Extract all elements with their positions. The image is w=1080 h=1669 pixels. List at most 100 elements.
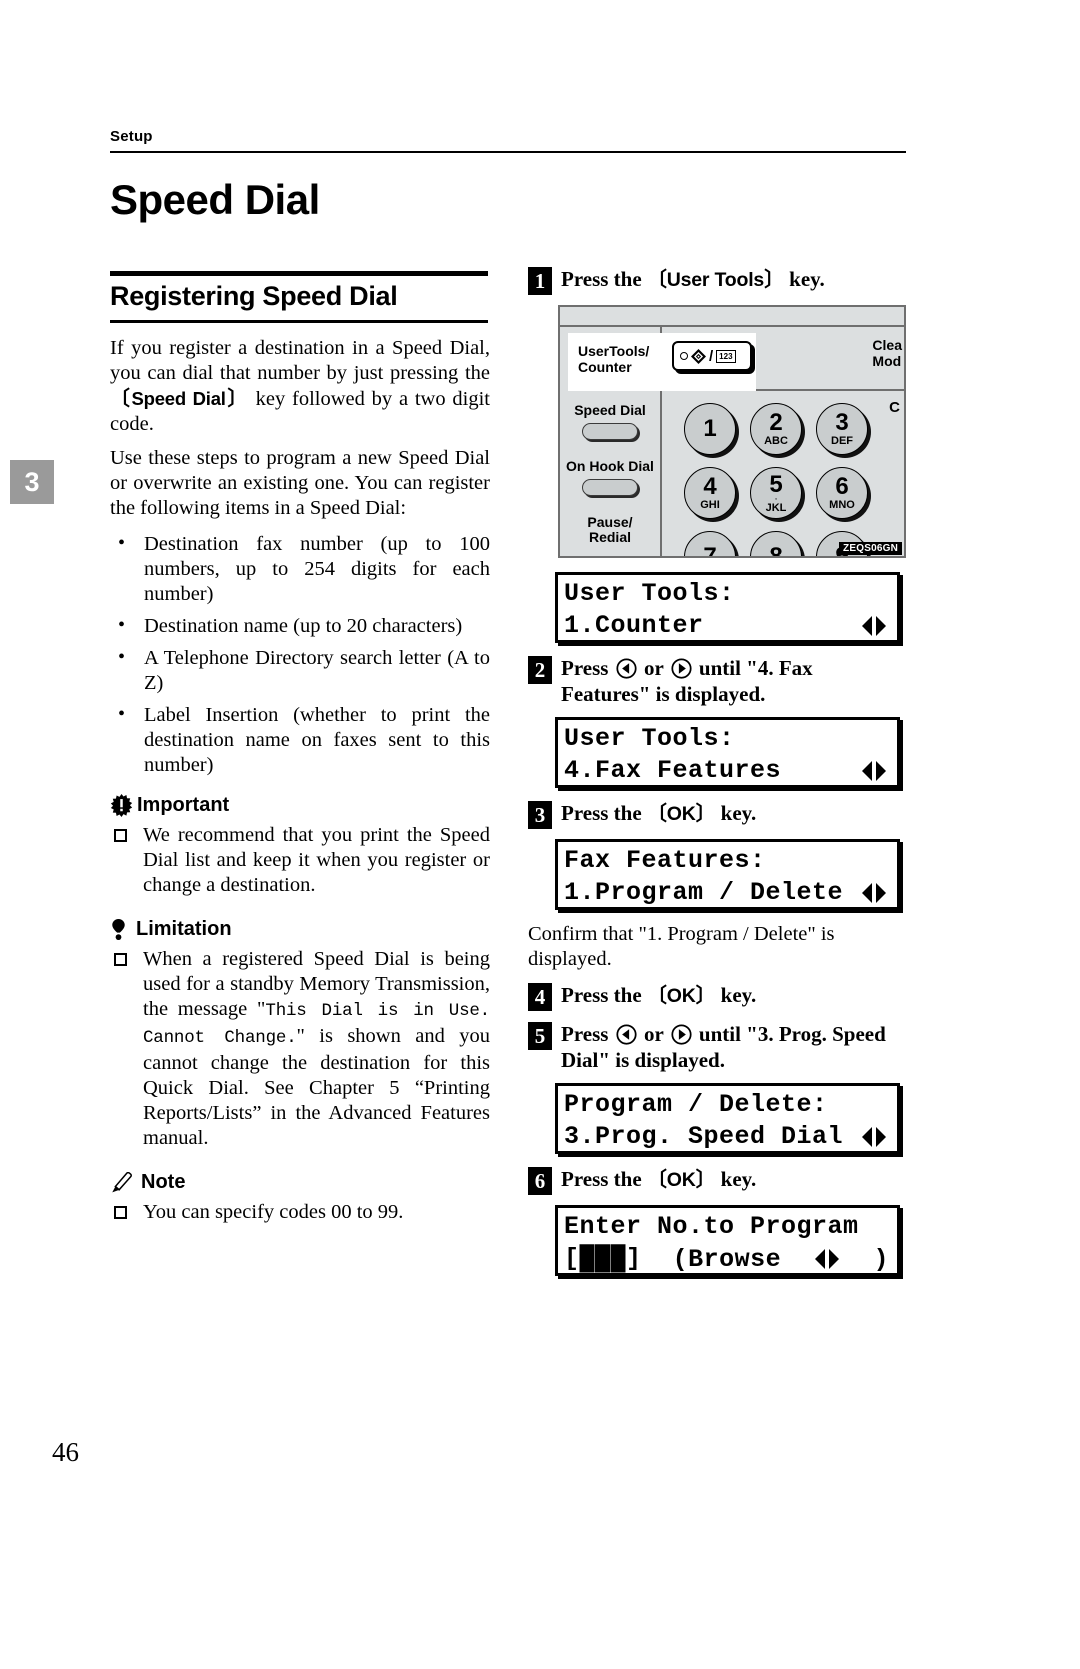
step-text-b: key. — [715, 801, 757, 825]
lcd-left-right-arrows-icon — [859, 1125, 889, 1150]
important-starburst-icon — [110, 794, 133, 817]
square-bullet-icon — [114, 829, 127, 842]
numpad-key-2[interactable]: 2 ABC — [750, 403, 802, 455]
square-bullet-icon — [114, 953, 127, 966]
lcd-line-1: Fax Features: — [564, 846, 766, 875]
page-title: Speed Dial — [110, 176, 320, 223]
page-number: 46 — [52, 1437, 79, 1467]
lcd-left-right-arrows-icon — [859, 881, 889, 906]
registerable-items-list: Destination fax number (up to 100 number… — [110, 531, 490, 778]
clear-modes-line1: Clea — [872, 337, 902, 353]
step-2: 2 Press or until "4. Fax Features" is di… — [528, 655, 906, 707]
ok-key-ref: 〔OK〕 — [646, 985, 716, 1007]
chapter-tab: 3 — [10, 460, 54, 504]
list-item: Destination name (up to 20 characters) — [110, 613, 490, 639]
note-items: You can specify codes 00 to 99. — [110, 1200, 490, 1225]
numpad-key-4[interactable]: 4 GHI — [684, 467, 736, 519]
ok-key-label: OK — [666, 985, 696, 1007]
clear-modes-line2: Mod — [872, 353, 902, 369]
section-rule-bottom — [110, 320, 488, 323]
right-column: 1 Press the 〔User Tools〕 key. UserTools/… — [528, 266, 906, 1288]
lcd-display-2: User Tools: 4.Fax Features — [555, 717, 900, 788]
step-text: Press the 〔OK〕 key. — [561, 982, 756, 1009]
numpad-key-3[interactable]: 3 DEF — [816, 403, 868, 455]
left-column: If you register a destination in a Speed… — [110, 336, 490, 1225]
lcd-display-1: User Tools: 1.Counter — [555, 572, 900, 643]
important-items: We recommend that you print the Speed Di… — [110, 823, 490, 898]
step-text-b: key. — [783, 267, 825, 291]
list-item-text: You can specify codes 00 to 99. — [143, 1201, 404, 1223]
lcd-display-3: Fax Features: 1.Program / Delete — [555, 839, 900, 910]
note-callout-heading: Note — [110, 1171, 490, 1194]
lcd-row-2: 1.Program / Delete — [564, 877, 897, 909]
step-text-a: Press — [561, 656, 614, 680]
step-text: Press the 〔OK〕 key. — [561, 1166, 756, 1193]
step-number: 4 — [528, 983, 552, 1011]
speed-dial-key-ref: 〔Speed Dial〕 — [110, 388, 249, 410]
numpad-key-5[interactable]: 5 ◦ JKL — [750, 467, 802, 519]
user-tools-diamond-icon — [691, 348, 706, 364]
on-hook-dial-key-label: On Hook Dial — [566, 458, 654, 474]
step-text-a: Press the — [561, 801, 647, 825]
lcd-line-2: 3.Prog. Speed Dial — [564, 1122, 844, 1151]
user-tools-counter-key[interactable]: / 123 — [672, 341, 752, 371]
lcd-line-2: 1.Counter — [564, 611, 704, 640]
lcd-display-5: Enter No.to Program [███] (Browse ) — [555, 1205, 900, 1276]
numpad-digit: 1 — [703, 415, 717, 442]
section-rule-top — [110, 271, 488, 276]
lcd-row-2: 1.Counter — [564, 610, 897, 642]
numpad-letters: JKL — [765, 501, 787, 514]
ok-key-ref: 〔OK〕 — [646, 1169, 716, 1191]
step-number: 5 — [528, 1022, 552, 1050]
control-panel-illustration: UserTools/ Counter / 123 Clea Mod C Spee… — [558, 305, 906, 558]
limitation-label: Limitation — [136, 918, 232, 940]
numpad-letters: ABC — [764, 435, 788, 447]
lcd-row-2: 3.Prog. Speed Dial — [564, 1121, 897, 1153]
lcd-line-2: [███] — [564, 1244, 642, 1273]
usertools-label-line1: UserTools/ — [578, 343, 650, 359]
list-item: You can specify codes 00 to 99. — [110, 1200, 490, 1225]
step-5: 5 Press or until "3. Prog. Speed Dial" i… — [528, 1021, 906, 1073]
list-item: When a registered Speed Dial is being us… — [110, 947, 490, 1151]
speed-dial-key-label: Speed Dial — [574, 402, 646, 418]
header-rule — [110, 151, 906, 153]
numpad-digit: 5 — [769, 470, 783, 498]
limitation-callout-heading: Limitation — [110, 918, 490, 941]
numpad-letters: GHI — [700, 499, 720, 511]
lcd-browse-label: (Browse — [672, 1244, 782, 1274]
on-hook-dial-key[interactable] — [582, 479, 638, 496]
important-label: Important — [137, 794, 230, 816]
numpad-digit: 2 — [769, 409, 783, 436]
pause-redial-key-label: Pause/ Redial — [587, 514, 633, 545]
clear-modes-label: Clea Mod — [872, 337, 902, 369]
user-tools-key-label: User Tools — [666, 269, 765, 291]
numpad-key-1[interactable]: 1 — [684, 403, 736, 455]
numpad-digit: 3 — [835, 409, 849, 436]
step-text-b: key. — [715, 983, 757, 1007]
step-text: Press the 〔OK〕 key. — [561, 800, 756, 827]
important-callout-heading: Important — [110, 794, 490, 817]
speed-dial-key[interactable] — [582, 423, 638, 440]
note-label: Note — [141, 1171, 186, 1193]
step-text-b: key. — [715, 1167, 757, 1191]
limitation-exclamation-icon — [110, 918, 127, 941]
clear-stop-key-label: C — [889, 399, 900, 416]
usertools-counter-label: UserTools/ Counter — [578, 343, 649, 375]
step-text: Press or until "4. Fax Features" is disp… — [561, 655, 906, 707]
step-number: 1 — [528, 267, 552, 295]
usertools-label-line2: Counter — [578, 359, 632, 375]
numpad-tactile-dot-icon: ◦ — [774, 495, 778, 503]
lcd-line-1: User Tools: — [564, 579, 735, 608]
note-pencil-icon — [110, 1171, 133, 1193]
step-text: Press or until "3. Prog. Speed Dial" is … — [561, 1021, 906, 1073]
left-arrow-key-icon — [616, 658, 637, 679]
numpad-key-7[interactable]: 7 — [684, 531, 736, 556]
numpad-key-6[interactable]: 6 MNO — [816, 467, 868, 519]
step-number: 3 — [528, 801, 552, 829]
numpad-digit: 8 — [769, 543, 783, 558]
right-arrow-key-icon — [671, 658, 692, 679]
numpad-key-8[interactable]: 8 — [750, 531, 802, 558]
lcd-browse-close-paren: ) — [873, 1244, 889, 1274]
ok-key-ref: 〔OK〕 — [646, 803, 716, 825]
ok-key-label: OK — [666, 1169, 696, 1191]
